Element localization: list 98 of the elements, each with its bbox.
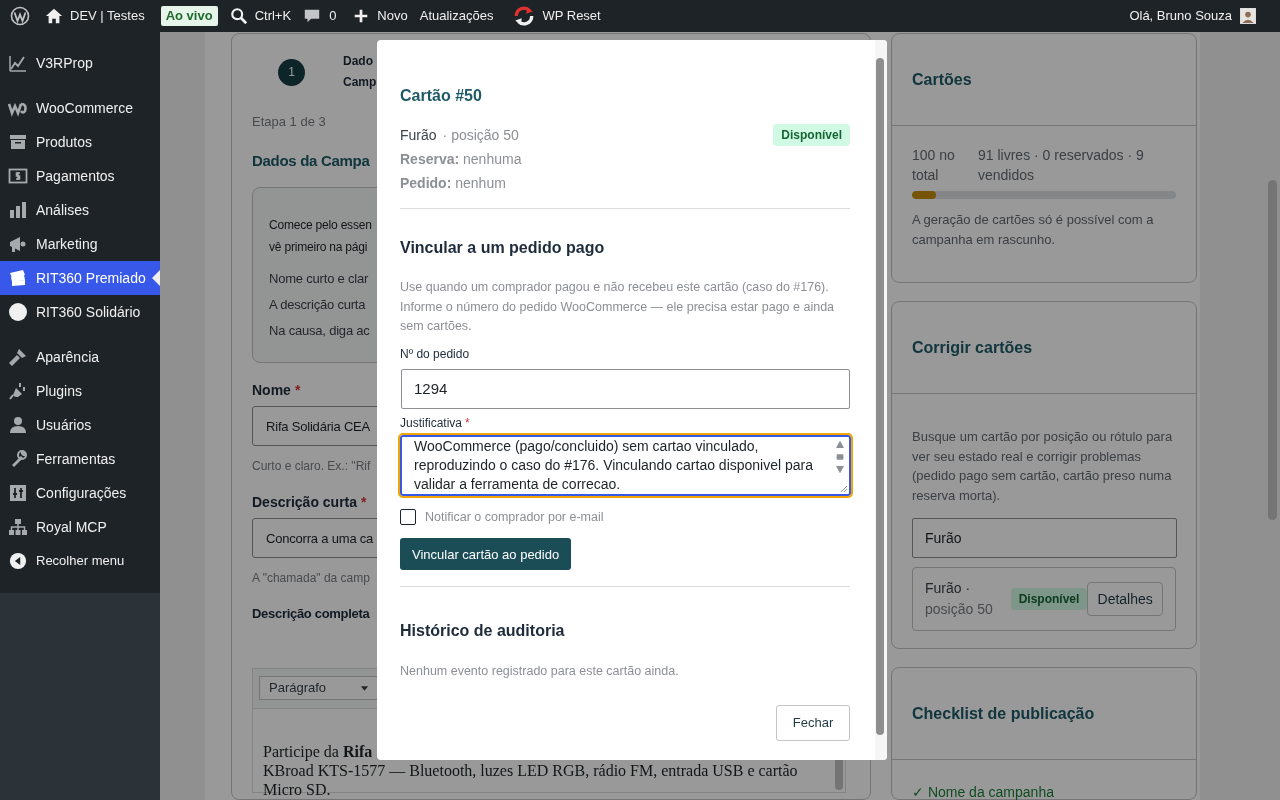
panel-note: A geração de cartões só é possível com a campanha em rascunho. [912, 211, 1155, 249]
updates-link[interactable]: Atualizações [415, 0, 502, 32]
info-tip: Na causa, diga ac [269, 322, 370, 340]
result-position: posição 50 [925, 600, 994, 619]
megaphone-icon [8, 234, 28, 254]
search-field[interactable]: Furão [912, 518, 1177, 558]
step-number: 1 [278, 58, 305, 86]
step-counter: Etapa 1 de 3 [252, 113, 326, 131]
collapse-icon [9, 552, 27, 570]
step-label: Dado [343, 53, 373, 70]
required-mark: * [294, 381, 301, 400]
dialog-scrollbar[interactable] [875, 40, 887, 760]
user-icon [8, 415, 28, 435]
panel-title: Checklist de publicação [912, 703, 1095, 724]
card-label: Furão [400, 125, 437, 145]
required-mark: * [361, 493, 367, 512]
site-name-link[interactable]: DEV | Testes [41, 0, 153, 32]
reset-icon [513, 5, 536, 27]
box-icon [8, 132, 28, 152]
tickets-icon [8, 268, 28, 288]
scrollbar-thumb[interactable] [876, 58, 884, 735]
reset-link[interactable]: WP Reset [509, 0, 609, 32]
required-mark: * [465, 414, 470, 432]
help-text: A "chamada" da camp [252, 570, 370, 587]
wordpress-logo-icon [10, 6, 30, 26]
sidebar-item[interactable]: Produtos [0, 125, 160, 159]
panel-title: Cartões [912, 69, 972, 90]
circle-icon [8, 302, 28, 322]
sliders-icon [8, 483, 28, 503]
detail-line: Pedido: nenhum [400, 174, 507, 193]
panel-description: Busque um cartão por posição ou rótulo para ver seu estado real e corrigir problemas (pedido pago sem cartão, cartão preso numa reserva morta). [912, 428, 1174, 505]
field-label: Descrição curta [252, 493, 358, 512]
info-tip: Nome curto e clar [269, 270, 369, 288]
order-number-field[interactable]: 1294 [401, 368, 850, 409]
field-label: Nº do pedido [400, 345, 471, 363]
help-text: Curto e claro. Ex.: "Rif [252, 458, 371, 475]
greeting-text[interactable]: Olá, Bruno Souza [1129, 6, 1232, 26]
section-heading: Vincular a um pedido pago [400, 238, 606, 258]
status-badge: Disponível [773, 124, 850, 146]
avatar-icon [1240, 8, 1256, 24]
card-position: · posição 50 [442, 125, 519, 145]
section-description: Use quando um comprador pagou e não recebeu este cartão (caso do #176). Informe o número do pedido WooCommerce — ele precisa estar pago e ainda sem cartões. [400, 279, 836, 335]
sidebar-item[interactable]: V3RProp [0, 46, 160, 80]
sidebar-item[interactable]: WooCommerce [0, 91, 160, 125]
sidebar-item[interactable]: Usuários [0, 408, 160, 442]
step-label: Camp [343, 74, 377, 91]
info-text: vê primeiro na pági [269, 239, 368, 256]
dollar-icon [8, 166, 28, 186]
section-heading: Histórico de auditoria [400, 621, 566, 642]
notify-checkbox[interactable] [400, 508, 416, 525]
plug-icon [8, 381, 28, 401]
sidebar-item[interactable]: RIT360 Solidário [0, 295, 160, 329]
sidebar-item[interactable]: Aparência [0, 340, 160, 374]
details-button[interactable]: Detalhes [1087, 582, 1163, 616]
detail-line: Reserva: nenhuma [400, 150, 523, 169]
editor-text-line: KBroad KTS-1577 — Bluetooth, luzes LED RGB, rádio FM, entrada USB e cartão [263, 761, 798, 780]
sitemap-icon [8, 517, 28, 537]
sidebar-item[interactable]: Plugins [0, 374, 160, 408]
brush-icon [8, 347, 28, 367]
total-count: 100 no total [912, 146, 956, 185]
editor-text-line: Micro SD. [263, 779, 331, 799]
justification-field[interactable]: WooCommerce (pago/concluido) sem cartao vinculado, reproduzindo o caso do #176. Vinculando cartao disponivel para validar a ferramenta de correcao. [400, 434, 851, 496]
field-label: Descrição completa [252, 605, 370, 623]
empty-audit-text: Nenhum evento registrado para este cartão ainda. [400, 663, 680, 681]
sidebar-item[interactable]: Royal MCP [0, 510, 160, 544]
caret-icon [360, 683, 369, 693]
sidebar-item[interactable]: RIT360 Premiado [0, 261, 160, 295]
sidebar-item[interactable]: Análises [0, 193, 160, 227]
checkbox-label: Notificar o comprador por e-mail [425, 508, 604, 526]
format-select[interactable]: Parágrafo [259, 676, 379, 700]
editor-text-line: Participe da Rifa [263, 741, 373, 761]
sidebar-item[interactable]: Pagamentos [0, 159, 160, 193]
chart-icon [8, 53, 28, 73]
result-label: Furão · [925, 579, 972, 598]
search-icon [229, 7, 248, 25]
scrollbar-thumb[interactable] [1268, 180, 1277, 520]
home-icon [45, 7, 63, 25]
bar-chart-icon [8, 200, 28, 220]
collapse-menu-button[interactable]: Recolher menu [0, 544, 160, 578]
section-heading: Dados da Campa [252, 150, 370, 171]
field-label: Nome [252, 381, 291, 400]
live-badge: Ao vivo [160, 6, 218, 26]
count-breakdown: 91 livres · 0 reservados · 9 vendidos [978, 146, 1145, 185]
close-button[interactable]: Fechar [776, 705, 850, 741]
sidebar-item[interactable]: Ferramentas [0, 442, 160, 476]
dialog-title: Cartão #50 [400, 86, 483, 106]
checklist-item: ✓ Nome da campanha [912, 783, 1055, 800]
sidebar-item[interactable]: Configurações [0, 476, 160, 510]
search-link[interactable]: Ctrl+K [225, 0, 300, 32]
info-tip: A descrição curta [269, 296, 366, 314]
link-order-button[interactable]: Vincular cartão ao pedido [400, 538, 572, 571]
comments-link[interactable]: 0 [299, 0, 349, 32]
info-text: Comece pelo essen [269, 217, 372, 234]
status-badge: Disponível [1010, 588, 1088, 610]
sidebar-item[interactable]: Marketing [0, 227, 160, 261]
field-label: Justificativa [400, 414, 463, 432]
panel-title: Corrigir cartões [912, 337, 1033, 358]
new-link[interactable]: Novo [348, 0, 416, 32]
